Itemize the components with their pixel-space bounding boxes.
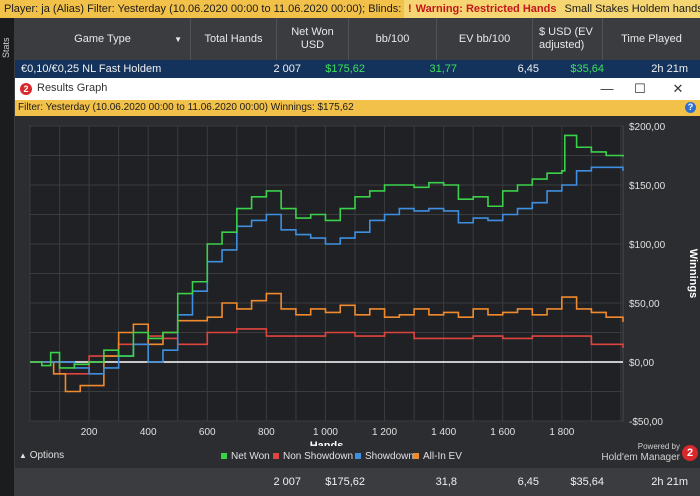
legend-swatch: [413, 453, 419, 460]
legend-allin-ev[interactable]: All-In EV: [413, 450, 462, 464]
winnings-label: Winnings:: [270, 102, 315, 113]
cell-bb100: 31,77: [429, 63, 457, 75]
x-tick-label: 1 000: [313, 427, 338, 438]
col-bb100[interactable]: bb/100: [349, 18, 437, 60]
winnings-value: $175,62: [317, 102, 354, 113]
table-header: Game Type ▼ Total Hands Net Won USD bb/1…: [15, 18, 700, 60]
y-tick-label: $200,00: [629, 122, 666, 133]
chevron-up-icon: ▲: [19, 451, 27, 460]
cell-time-played: 2h 21m: [651, 63, 688, 75]
graph-filter-bar: Filter: Yesterday (10.06.2020 00:00 to 1…: [15, 100, 700, 116]
options-toggle[interactable]: ▲ Options: [19, 448, 64, 464]
col-time-played[interactable]: Time Played: [603, 18, 700, 60]
y-tick-label: -$50,00: [629, 417, 663, 428]
x-tick-label: 1 600: [490, 427, 515, 438]
sort-down-icon[interactable]: ▼: [174, 33, 182, 46]
y-axis-title: Winnings: [687, 249, 699, 298]
col-net-won-label: Net Won USD: [291, 26, 334, 51]
graph-filter-text: Yesterday (10.06.2020 00:00 to 11.06.202…: [45, 102, 269, 113]
y-tick-label: $50,00: [629, 299, 660, 310]
total-hands: 2 007: [273, 476, 301, 488]
hm-brand-logo: 2: [682, 445, 698, 461]
filter-bar-text: Player: ja (Alias) Filter: Yesterday (10…: [4, 3, 461, 15]
col-ev-bb100[interactable]: EV bb/100: [437, 18, 533, 60]
col-total-hands-label: Total Hands: [204, 32, 263, 45]
results-chart: 200 400 600 800 1 000 1 200 1 400 1 600 1 800 $20…: [29, 122, 699, 452]
maximize-button[interactable]: ☐: [625, 78, 655, 100]
hm-logo-icon: 2: [20, 83, 32, 95]
total-time-played: 2h 21m: [651, 476, 688, 488]
window-titlebar[interactable]: 2 Results Graph — ☐ ✕: [15, 78, 700, 100]
cell-total-hands: 2 007: [273, 63, 301, 75]
x-tick-label: 600: [199, 427, 216, 438]
col-usd-ev[interactable]: $ USD (EV adjusted): [533, 18, 603, 60]
legend-allin-ev-label: All-In EV: [423, 451, 462, 462]
filter-bar: Player: ja (Alias) Filter: Yesterday (10…: [0, 0, 700, 18]
cell-net-won: $175,62: [325, 63, 365, 75]
legend-net-won-label: Net Won: [231, 451, 270, 462]
y-tick-label: $0,00: [629, 358, 654, 369]
legend-swatch: [221, 453, 227, 460]
total-net-won: $175,62: [325, 476, 365, 488]
legend-showdown-label: Showdown: [365, 451, 414, 462]
powered-by-line1: Powered by: [637, 442, 680, 451]
help-icon[interactable]: ?: [685, 102, 696, 113]
chart-area: 200 400 600 800 1 000 1 200 1 400 1 600 1 800 $20…: [15, 116, 700, 452]
legend-non-showdown-label: Non Showdown: [283, 451, 354, 462]
powered-by-line2: Hold'em Manager: [601, 452, 680, 463]
stats-side-tab[interactable]: Stats: [0, 18, 15, 496]
x-tick-label: 800: [258, 427, 275, 438]
total-ev-bb100: 6,45: [517, 476, 539, 488]
y-tick-label: $150,00: [629, 181, 666, 192]
col-net-won[interactable]: Net Won USD: [277, 18, 349, 60]
col-ev-bb100-label: EV bb/100: [458, 32, 511, 45]
cell-game-type: €0,10/€0,25 NL Fast Holdem: [21, 63, 162, 75]
totals-row: 2 007 $175,62 31,8 6,45 $35,64 2h 21m: [15, 468, 700, 496]
powered-by: Powered by Hold'em Manager: [601, 442, 680, 464]
warning-title: Warning: Restricted Hands: [415, 3, 557, 15]
table-row[interactable]: €0,10/€0,25 NL Fast Holdem 2 007 $175,62…: [15, 60, 700, 78]
x-tick-label: 400: [140, 427, 157, 438]
minimize-button[interactable]: —: [592, 78, 622, 100]
total-usd-ev: $35,64: [570, 476, 604, 488]
total-bb100: 31,8: [435, 476, 457, 488]
x-tick-label: 1 200: [372, 427, 397, 438]
x-tick-label: 1 400: [431, 427, 456, 438]
legend-swatch: [355, 453, 361, 460]
warning-text: Small Stakes Holdem hands only ($.50 NL …: [564, 3, 700, 15]
legend-net-won[interactable]: Net Won: [221, 450, 270, 464]
warning-icon: !: [408, 3, 412, 15]
y-tick-label: $100,00: [629, 240, 666, 251]
legend-showdown[interactable]: Showdown: [355, 450, 414, 464]
x-tick-label: 1 800: [549, 427, 574, 438]
col-bb100-label: bb/100: [375, 32, 410, 45]
col-game-type-label: Game Type: [74, 32, 131, 45]
col-total-hands[interactable]: Total Hands: [191, 18, 277, 60]
stats-tab-label: Stats: [1, 37, 11, 58]
results-graph-window: 2 Results Graph — ☐ ✕ Filter: Yesterday …: [15, 78, 700, 452]
x-tick-label: 200: [81, 427, 98, 438]
options-label: Options: [29, 450, 65, 461]
restricted-warning[interactable]: ! Warning: Restricted Hands Small Stakes …: [404, 0, 700, 18]
legend-bar: ▲ Options Net Won Non Showdown Showdown …: [15, 442, 700, 468]
cell-ev-bb100: 6,45: [517, 63, 539, 75]
col-game-type[interactable]: Game Type ▼: [15, 18, 191, 60]
col-time-played-label: Time Played: [621, 32, 682, 45]
close-button[interactable]: ✕: [663, 78, 693, 100]
window-title: Results Graph: [37, 82, 108, 94]
graph-filter-prefix: Filter:: [18, 102, 43, 113]
legend-swatch: [273, 453, 279, 460]
cell-usd-ev: $35,64: [570, 63, 604, 75]
legend-non-showdown[interactable]: Non Showdown: [273, 450, 353, 464]
col-usd-ev-label: $ USD (EV adjusted): [539, 26, 593, 51]
